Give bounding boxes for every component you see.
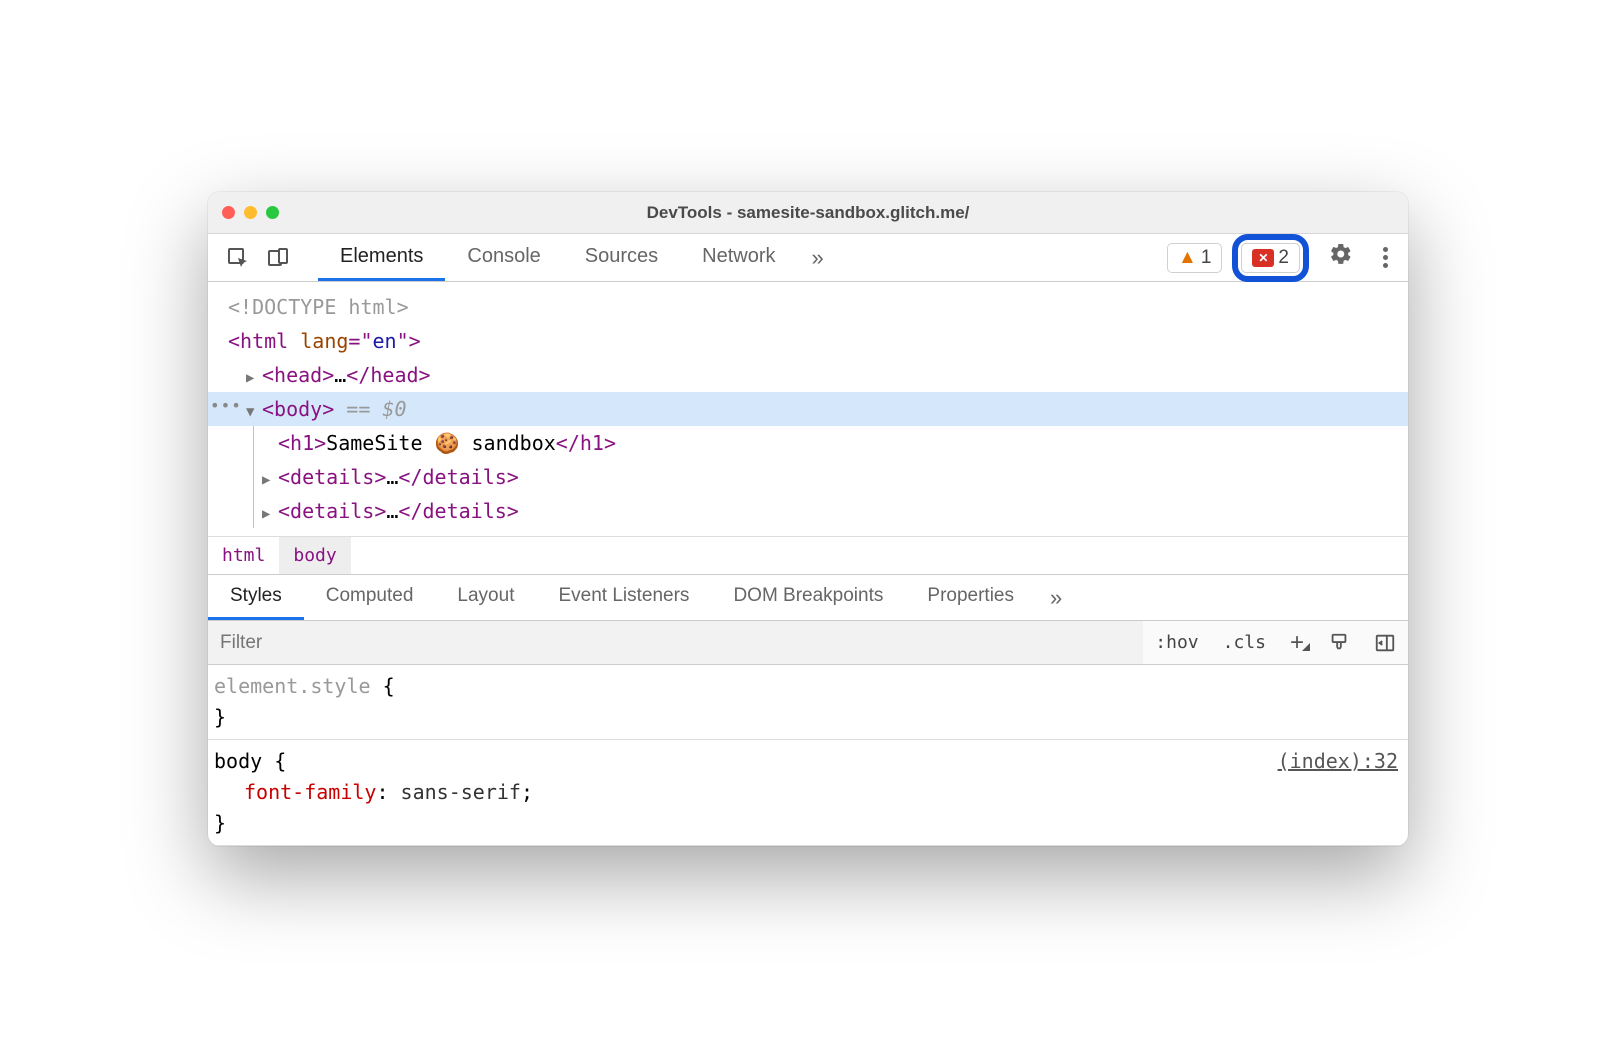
expand-arrow-icon[interactable]: ▶ bbox=[262, 469, 276, 493]
more-subtabs-button[interactable]: » bbox=[1036, 575, 1076, 620]
tab-console[interactable]: Console bbox=[445, 234, 562, 281]
crumb-html[interactable]: html bbox=[208, 537, 279, 574]
kebab-menu[interactable] bbox=[1373, 244, 1398, 271]
window-title: DevTools - samesite-sandbox.glitch.me/ bbox=[208, 203, 1408, 223]
inspect-element-icon[interactable] bbox=[221, 241, 255, 275]
subtab-styles[interactable]: Styles bbox=[208, 575, 304, 620]
dom-body-tag-selected[interactable]: ••• ▼<body> == $0 bbox=[208, 392, 1408, 426]
issues-highlight: ✕ 2 bbox=[1232, 234, 1309, 282]
subtab-layout[interactable]: Layout bbox=[435, 575, 536, 620]
styles-toolbar: :hov .cls + bbox=[208, 621, 1408, 665]
new-style-rule-button[interactable]: + bbox=[1278, 629, 1316, 657]
dom-head-tag[interactable]: ▶<head>…</head> bbox=[208, 358, 1408, 392]
main-toolbar: Elements Console Sources Network » ▲ 1 ✕… bbox=[208, 234, 1408, 282]
tab-elements[interactable]: Elements bbox=[318, 234, 445, 281]
toggle-panel-icon[interactable] bbox=[1362, 632, 1408, 654]
tab-sources[interactable]: Sources bbox=[563, 234, 680, 281]
breadcrumb: html body bbox=[208, 536, 1408, 575]
elements-tree[interactable]: <!DOCTYPE html> <html lang="en"> ▶<head>… bbox=[208, 282, 1408, 536]
dom-doctype[interactable]: <!DOCTYPE html> bbox=[208, 290, 1408, 324]
minimize-window-button[interactable] bbox=[244, 206, 257, 219]
issues-count: 2 bbox=[1278, 247, 1289, 269]
main-tabs: Elements Console Sources Network » bbox=[318, 234, 838, 281]
warnings-count: 1 bbox=[1201, 247, 1212, 269]
cls-button[interactable]: .cls bbox=[1211, 621, 1278, 664]
dom-h1-tag[interactable]: <h1>SameSite 🍪 sandbox</h1> bbox=[253, 426, 1408, 460]
source-link[interactable]: (index):32 bbox=[1278, 746, 1398, 777]
subtab-event-listeners[interactable]: Event Listeners bbox=[536, 575, 711, 620]
collapse-arrow-icon[interactable]: ▼ bbox=[246, 401, 260, 425]
tab-network[interactable]: Network bbox=[680, 234, 797, 281]
close-window-button[interactable] bbox=[222, 206, 235, 219]
paint-brush-icon[interactable] bbox=[1316, 632, 1362, 654]
subtab-computed[interactable]: Computed bbox=[304, 575, 436, 620]
devtools-window: DevTools - samesite-sandbox.glitch.me/ E… bbox=[208, 192, 1408, 846]
subtab-dom-breakpoints[interactable]: DOM Breakpoints bbox=[711, 575, 905, 620]
toolbar-right: ▲ 1 ✕ 2 bbox=[1167, 234, 1398, 282]
styles-content: element.style { } (index):32 body { font… bbox=[208, 665, 1408, 846]
style-rule-element[interactable]: element.style { } bbox=[208, 665, 1408, 740]
window-controls bbox=[222, 206, 279, 219]
subtab-properties[interactable]: Properties bbox=[905, 575, 1036, 620]
titlebar: DevTools - samesite-sandbox.glitch.me/ bbox=[208, 192, 1408, 234]
issues-counter[interactable]: ✕ 2 bbox=[1241, 243, 1300, 273]
hov-button[interactable]: :hov bbox=[1143, 621, 1210, 664]
expand-arrow-icon[interactable]: ▶ bbox=[246, 367, 260, 391]
dom-html-tag[interactable]: <html lang="en"> bbox=[208, 324, 1408, 358]
warning-icon: ▲ bbox=[1178, 247, 1197, 269]
error-icon: ✕ bbox=[1252, 249, 1274, 267]
expander-dots[interactable]: ••• bbox=[210, 392, 242, 419]
dom-details-tag-2[interactable]: ▶<details>…</details> bbox=[253, 494, 1408, 528]
style-rule-body[interactable]: (index):32 body { font-family: sans-seri… bbox=[208, 740, 1408, 846]
settings-icon[interactable] bbox=[1319, 242, 1363, 273]
more-tabs-button[interactable]: » bbox=[798, 234, 838, 281]
device-toggle-icon[interactable] bbox=[261, 241, 295, 275]
styles-filter-input[interactable] bbox=[208, 621, 1143, 664]
styles-tabs: Styles Computed Layout Event Listeners D… bbox=[208, 575, 1408, 621]
maximize-window-button[interactable] bbox=[266, 206, 279, 219]
expand-arrow-icon[interactable]: ▶ bbox=[262, 503, 276, 527]
crumb-body[interactable]: body bbox=[279, 537, 350, 574]
dom-details-tag-1[interactable]: ▶<details>…</details> bbox=[253, 460, 1408, 494]
warnings-counter[interactable]: ▲ 1 bbox=[1167, 243, 1222, 273]
